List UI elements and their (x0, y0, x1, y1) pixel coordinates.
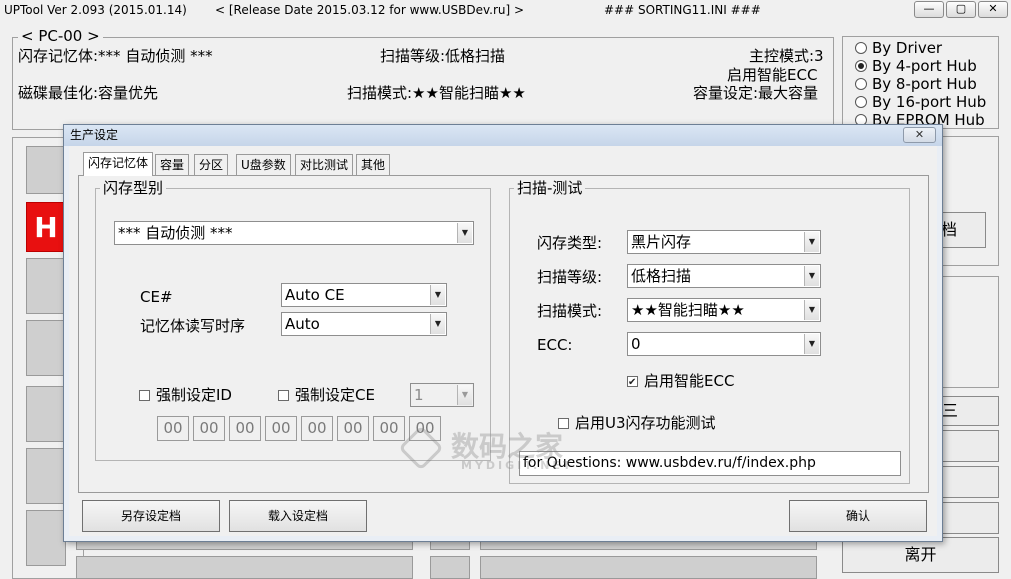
ok-button[interactable]: 确认 (789, 500, 927, 532)
smart-ecc-checkbox-row[interactable]: 启用智能ECC (627, 372, 734, 392)
questions-url-field[interactable]: for Questions: www.usbdev.ru/f/index.php (519, 451, 901, 476)
minimize-button[interactable]: — (914, 1, 944, 18)
ce-select[interactable]: Auto CE ▼ (281, 283, 447, 307)
id-byte-field[interactable]: 00 (193, 416, 225, 441)
radio-by-16-port-hub[interactable]: By 16-port Hub (855, 93, 986, 111)
id-byte-field[interactable]: 00 (265, 416, 297, 441)
port-cell[interactable] (26, 258, 66, 314)
u3-test-checkbox[interactable] (558, 417, 569, 429)
force-ce-checkbox[interactable] (278, 389, 289, 401)
radio-circle-selected[interactable] (855, 60, 867, 72)
smart-ecc-status: 启用智能ECC (727, 66, 818, 84)
ecc-label: ECC: (537, 336, 573, 354)
tab-flash-memory[interactable]: 闪存记忆体 (83, 152, 154, 176)
radio-by-8-port-hub[interactable]: By 8-port Hub (855, 75, 977, 93)
chevron-down-icon: ▼ (804, 300, 819, 320)
timing-label: 记忆体读写时序 (140, 317, 246, 335)
scan-mode-status: 扫描模式:★★智能扫瞄★★ (347, 84, 526, 102)
scan-mode-label: 扫描模式: (537, 302, 603, 320)
scan-level-select[interactable]: 低格扫描 ▼ (627, 264, 821, 288)
id-byte-field[interactable]: 00 (409, 416, 441, 441)
port-cell[interactable] (430, 556, 470, 579)
progress-bar-slot (480, 556, 817, 579)
scan-mode-select[interactable]: ★★智能扫瞄★★ ▼ (627, 298, 821, 322)
force-ce-select[interactable]: 1 ▼ (410, 383, 474, 407)
chevron-down-icon: ▼ (430, 285, 445, 305)
exit-button[interactable]: 离开 (842, 537, 999, 573)
force-id-checkbox[interactable] (139, 389, 150, 401)
load-settings-button[interactable]: 载入设定档 (229, 500, 367, 532)
port-cell[interactable] (26, 448, 66, 504)
controller-mode-status: 主控模式:3 (749, 47, 824, 65)
port-cell[interactable] (26, 510, 66, 566)
chevron-down-icon: ▼ (430, 314, 445, 334)
release-info: < [Release Date 2015.03.12 for www.USBDe… (215, 3, 525, 17)
chevron-down-icon: ▼ (457, 385, 472, 405)
radio-circle[interactable] (855, 42, 867, 54)
tab-other[interactable]: 其他 (356, 154, 391, 175)
port-cell[interactable] (26, 320, 66, 376)
u3-test-checkbox-row[interactable]: 启用U3闪存功能测试 (558, 414, 716, 432)
chevron-down-icon: ▼ (804, 232, 819, 252)
tab-partition[interactable]: 分区 (194, 154, 229, 175)
disk-optimize-status: 磁碟最佳化:容量优先 (18, 84, 159, 102)
force-id-checkbox-row[interactable]: 强制设定ID (139, 386, 232, 404)
ecc-select[interactable]: 0 ▼ (627, 332, 821, 356)
flash-memory-status: 闪存记忆体:*** 自动侦测 *** (18, 47, 213, 65)
radio-circle[interactable] (855, 96, 867, 108)
radio-by-4-port-hub[interactable]: By 4-port Hub (855, 57, 977, 75)
capacity-status: 容量设定:最大容量 (693, 84, 819, 102)
action-button-partial[interactable] (940, 430, 999, 462)
flash-type-select[interactable]: *** 自动侦测 *** ▼ (114, 221, 474, 245)
dialog-titlebar: 生产设定 (64, 125, 942, 146)
id-byte-field[interactable]: 00 (229, 416, 261, 441)
port-cell[interactable] (26, 146, 66, 194)
flash-kind-select[interactable]: 黑片闪存 ▼ (627, 230, 821, 254)
port-cell[interactable] (26, 386, 66, 442)
chevron-down-icon: ▼ (457, 223, 472, 243)
ini-file-label: ### SORTING11.INI ### (604, 3, 761, 17)
force-ce-checkbox-row[interactable]: 强制设定CE (278, 386, 375, 404)
port-status-badge: H (26, 202, 66, 252)
ce-label: CE# (140, 288, 173, 306)
scan-level-label: 扫描等级: (537, 268, 603, 286)
tab-compare-test[interactable]: 对比测试 (295, 154, 354, 175)
scan-test-legend: 扫描-测试 (514, 179, 586, 197)
app-title: UPTool Ver 2.093 (2015.01.14) (4, 3, 187, 17)
settings-button-partial[interactable]: 三 (940, 396, 999, 426)
hub-mode-group: By Driver By 4-port Hub By 8-port Hub By… (842, 36, 999, 129)
flash-kind-label: 闪存类型: (537, 234, 603, 252)
action-button-partial[interactable] (940, 502, 999, 534)
chevron-down-icon: ▼ (804, 266, 819, 286)
radio-by-driver[interactable]: By Driver (855, 39, 942, 57)
save-settings-button[interactable]: 另存设定档 (82, 500, 220, 532)
smart-ecc-checkbox[interactable] (627, 374, 638, 392)
id-byte-field[interactable]: 00 (373, 416, 405, 441)
scan-level-status: 扫描等级:低格扫描 (380, 47, 506, 65)
tab-usb-params[interactable]: U盘参数 (236, 154, 291, 175)
app-titlebar: UPTool Ver 2.093 (2015.01.14) < [Release… (0, 0, 1011, 20)
tab-capacity[interactable]: 容量 (155, 154, 190, 175)
action-button-partial[interactable] (940, 466, 999, 498)
id-byte-field[interactable]: 00 (337, 416, 369, 441)
dialog-close-button[interactable]: ✕ (903, 127, 936, 143)
progress-bar-slot (76, 556, 413, 579)
flash-type-legend: 闪存型别 (100, 179, 167, 197)
id-byte-field[interactable]: 00 (157, 416, 189, 441)
radio-circle[interactable] (855, 78, 867, 90)
maximize-button[interactable]: ▢ (946, 1, 976, 18)
close-button[interactable]: ✕ (978, 1, 1008, 18)
chevron-down-icon: ▼ (804, 334, 819, 354)
pc-legend: < PC-00 > (18, 27, 103, 45)
id-byte-field[interactable]: 00 (301, 416, 333, 441)
timing-select[interactable]: Auto ▼ (281, 312, 447, 336)
